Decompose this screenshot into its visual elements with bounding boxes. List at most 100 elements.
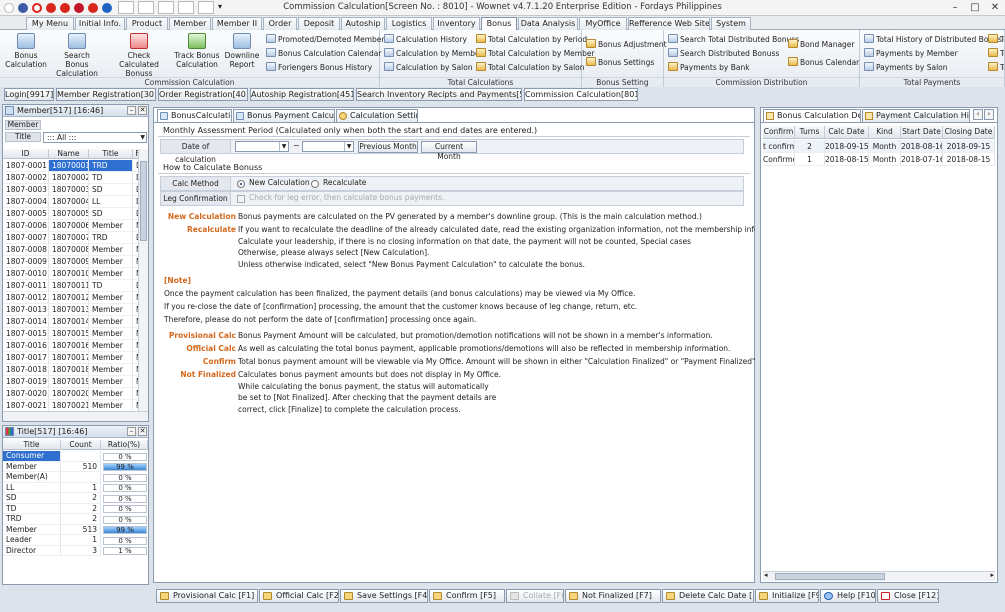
table-cell[interactable]: Member <box>89 376 133 388</box>
table-cell[interactable]: 18070017 <box>49 352 89 364</box>
col-header-count[interactable]: Count <box>61 440 101 450</box>
table-cell[interactable]: 1 <box>795 153 825 166</box>
doc-tab-login[interactable]: Login[9917] <box>4 88 54 101</box>
col-header-title[interactable]: Title <box>89 149 133 159</box>
panel-minimize-icon[interactable]: – <box>127 427 136 436</box>
help-button[interactable]: Help [F10] <box>820 589 876 603</box>
table-cell[interactable]: 18070013 <box>49 304 89 316</box>
payments-by-member-button[interactable]: Payments by Member <box>864 47 958 60</box>
col-header-title[interactable]: Title <box>3 440 61 450</box>
end-date-input[interactable]: ▼ <box>302 141 354 152</box>
scroll-left-icon[interactable]: ◂ <box>764 571 768 579</box>
tab-myoffice[interactable]: MyOffice <box>579 17 627 30</box>
table-cell[interactable]: Member <box>89 304 133 316</box>
bonus-adjustment-button[interactable]: Bonus Adjustment <box>586 38 667 51</box>
delete-calc-date-button[interactable]: Delete Calc Date [F7] <box>662 589 754 603</box>
title-row-name[interactable]: Leader <box>3 535 61 546</box>
table-cell[interactable]: 1807-0006 <box>3 220 49 232</box>
bonus-calculation-calendar-button[interactable]: Bonus Calculation Calendar <box>266 47 381 60</box>
truncated-button[interactable]: To <box>988 33 1004 46</box>
provisional-calc-button[interactable]: Provisional Calc [F1] <box>156 589 258 603</box>
table-cell[interactable]: 18070007 <box>49 232 89 244</box>
table-cell[interactable]: 1807-0018 <box>3 364 49 376</box>
table-cell[interactable]: 1807-0007 <box>3 232 49 244</box>
recalculate-radio[interactable] <box>311 180 319 188</box>
table-cell[interactable]: Member <box>89 268 133 280</box>
table-cell[interactable]: 1807-0009 <box>3 256 49 268</box>
maximize-icon[interactable]: □ <box>965 1 985 15</box>
table-cell[interactable]: 18070006 <box>49 220 89 232</box>
promoted-demoted-members-button[interactable]: Promoted/Demoted Members <box>266 33 388 46</box>
table-cell[interactable]: Member <box>89 316 133 328</box>
new-calculation-label[interactable]: New Calculation <box>249 178 310 187</box>
not-finalized-button[interactable]: Not Finalized [F7] <box>565 589 661 603</box>
table-cell[interactable]: 1807-0013 <box>3 304 49 316</box>
table-cell[interactable]: 18070002 <box>49 172 89 184</box>
table-cell[interactable]: 1807-0005 <box>3 208 49 220</box>
table-cell[interactable]: 1807-0019 <box>3 376 49 388</box>
tab-deposit[interactable]: Deposit <box>298 17 340 30</box>
search-total-distributed-bonuss-button[interactable]: Search Total Distributed Bonuss <box>668 33 799 46</box>
table-cell[interactable]: Member <box>89 388 133 400</box>
table-cell[interactable]: SD <box>89 208 133 220</box>
table-cell[interactable]: TRD <box>89 160 133 172</box>
table-cell[interactable]: 18070018 <box>49 364 89 376</box>
bonus-calendar-button[interactable]: Bonus Calendar <box>788 56 859 69</box>
table-cell[interactable]: 2018-09-15 <box>943 140 995 153</box>
table-cell[interactable]: 2018-08-16 <box>901 140 943 153</box>
table-cell[interactable]: 1807-0014 <box>3 316 49 328</box>
table-cell[interactable]: 1807-0012 <box>3 292 49 304</box>
col-header-id[interactable]: ID <box>3 149 49 159</box>
tab-member[interactable]: Member <box>169 17 211 30</box>
scroll-thumb[interactable] <box>775 573 885 580</box>
tab-bonus-calculation-details[interactable]: Bonus Calculation Details <box>763 109 861 123</box>
table-cell[interactable]: LL <box>89 196 133 208</box>
tab-member-ii[interactable]: Member II <box>212 17 262 30</box>
current-month-button[interactable]: Current Month <box>421 141 477 161</box>
details-grid-hscroll[interactable]: ◂ ▸ <box>763 571 995 581</box>
table-cell[interactable]: 2 <box>795 140 825 153</box>
table-cell[interactable]: Member <box>89 328 133 340</box>
table-cell[interactable]: 18070015 <box>49 328 89 340</box>
save-settings-button[interactable]: Save Settings [F4] <box>340 589 428 603</box>
table-cell[interactable]: 18070010 <box>49 268 89 280</box>
downline-report-button[interactable]: Downline Report <box>224 31 260 76</box>
table-cell[interactable]: Month <box>869 153 901 166</box>
doc-tab-order-registration[interactable]: Order Registration[4010] <box>158 88 248 101</box>
table-cell[interactable]: t confirm <box>763 140 795 153</box>
col-header-turns[interactable]: Turns <box>795 126 825 139</box>
tab-inventory[interactable]: Inventory <box>433 17 480 30</box>
doc-tab-commission-calculation[interactable]: Commission Calculation[8010] <box>524 88 638 101</box>
table-cell[interactable]: 1807-0021 <box>3 400 49 411</box>
title-row-name[interactable]: LL <box>3 482 61 493</box>
calculation-by-salon-button[interactable]: Calculation by Salon <box>384 61 473 74</box>
official-calc-button[interactable]: Official Calc [F2] <box>259 589 339 603</box>
tab-scroll-left-icon[interactable]: ‹ <box>973 109 983 120</box>
total-history-distributed-bonus-button[interactable]: Total History of Distributed Bonus <box>864 33 1002 46</box>
table-cell[interactable]: 18070012 <box>49 292 89 304</box>
scroll-right-icon[interactable]: ▸ <box>990 571 994 579</box>
truncated-button[interactable]: To <box>988 61 1004 74</box>
table-cell[interactable]: Member <box>89 364 133 376</box>
tab-bonus[interactable]: Bonus <box>481 17 517 30</box>
table-cell[interactable]: 18070001 <box>49 160 89 172</box>
total-calculation-by-salon-button[interactable]: Total Calculation by Salon <box>476 61 585 74</box>
tab-system[interactable]: System <box>711 17 751 30</box>
table-cell[interactable]: 1807-0001 <box>3 160 49 172</box>
check-calculated-bonuss-button[interactable]: Check Calculated Bonuss <box>108 31 170 78</box>
scroll-thumb[interactable] <box>140 161 147 241</box>
tab-autoship[interactable]: Autoship <box>341 17 385 30</box>
table-cell[interactable]: Member <box>89 220 133 232</box>
tab-initial-info[interactable]: Initial Info. <box>75 17 125 30</box>
bond-manager-button[interactable]: Bond Manager <box>788 38 855 51</box>
leg-check-checkbox[interactable] <box>237 195 245 203</box>
calculation-history-button[interactable]: Calculation History <box>384 33 467 46</box>
table-cell[interactable]: 1807-0008 <box>3 244 49 256</box>
table-cell[interactable]: Member <box>89 256 133 268</box>
calculation-by-member-button[interactable]: Calculation by Member <box>384 47 483 60</box>
table-cell[interactable]: 18070019 <box>49 376 89 388</box>
search-bonus-calculation-button[interactable]: Search Bonus Calculation <box>52 31 102 78</box>
total-calculation-by-member-button[interactable]: Total Calculation by Member <box>476 47 595 60</box>
table-cell[interactable]: 1807-0004 <box>3 196 49 208</box>
doc-tab-autoship-registration[interactable]: Autoship Registration[4510] <box>250 88 354 101</box>
